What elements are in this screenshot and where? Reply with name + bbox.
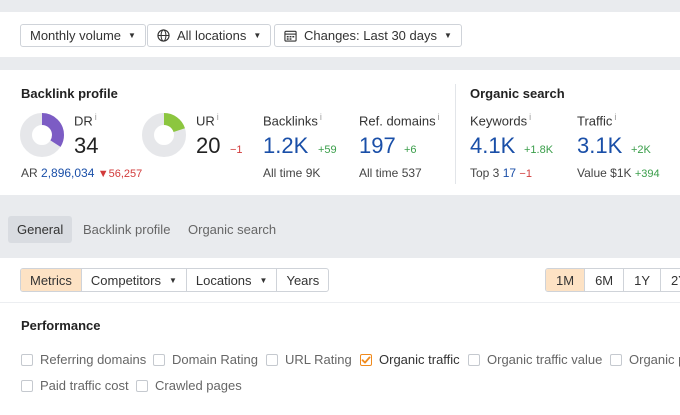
traffic-value-row: Value $1K +394: [577, 166, 660, 180]
checkbox-organic-pages[interactable]: Organic p: [610, 352, 680, 367]
ar-label: AR: [21, 166, 38, 180]
info-icon[interactable]: i: [529, 112, 531, 122]
ur-delta: −1: [230, 144, 243, 156]
divider: [0, 302, 680, 303]
top3-value[interactable]: 17: [503, 166, 516, 180]
checkbox-icon: [610, 353, 622, 366]
locations-dropdown[interactable]: All locations ▼: [147, 24, 272, 47]
ref-domains-alltime: All time 537: [359, 166, 422, 180]
changes-label: Changes: Last 30 days: [304, 28, 437, 43]
info-icon[interactable]: i: [217, 112, 219, 122]
checkbox-organic-traffic-value[interactable]: Organic traffic value: [468, 352, 602, 367]
checkbox-url-rating[interactable]: URL Rating: [266, 352, 352, 367]
checkbox-organic-traffic[interactable]: Organic traffic: [360, 352, 460, 367]
monthly-volume-dropdown[interactable]: Monthly volume ▼: [20, 24, 146, 47]
top3-delta: −1: [519, 168, 532, 180]
chevron-down-icon: ▼: [168, 275, 177, 285]
traffic-value[interactable]: 3.1K: [577, 133, 622, 159]
checkmark-icon: [360, 353, 372, 366]
value-delta: +394: [634, 168, 660, 180]
chevron-down-icon: ▼: [128, 31, 136, 40]
arrow-down-icon: ▼: [97, 168, 109, 180]
ref-domains-label[interactable]: Ref. domains i: [359, 112, 440, 128]
info-icon[interactable]: i: [320, 112, 322, 122]
keywords-label[interactable]: Keywords i: [470, 112, 531, 128]
checkbox-paid-traffic-cost[interactable]: Paid traffic cost: [21, 378, 129, 393]
period-2y[interactable]: 2Y: [661, 269, 680, 291]
organic-search-title: Organic search: [470, 86, 565, 101]
keywords-delta: +1.8K: [524, 144, 554, 156]
checkbox-icon: [266, 353, 278, 366]
checkbox-icon: [21, 353, 33, 366]
backlinks-alltime: All time 9K: [263, 166, 321, 180]
ref-domains-delta: +6: [404, 144, 417, 156]
ur-label[interactable]: UR i: [196, 112, 219, 128]
metrics-tab[interactable]: Metrics: [21, 269, 82, 291]
backlinks-value[interactable]: 1.2K: [263, 133, 308, 159]
checkbox-icon: [21, 379, 33, 392]
ar-row: AR 2,896,034 ▼56,257: [21, 166, 142, 180]
info-icon[interactable]: i: [614, 112, 616, 122]
dr-donut-chart: [20, 113, 64, 157]
ar-delta: 56,257: [108, 168, 143, 180]
period-6m[interactable]: 6M: [585, 269, 625, 291]
locations-subdropdown[interactable]: Locations ▼: [187, 269, 278, 291]
ar-value[interactable]: 2,896,034: [41, 166, 94, 180]
changes-dropdown[interactable]: Changes: Last 30 days ▼: [274, 24, 462, 47]
backlink-profile-title: Backlink profile: [21, 86, 118, 101]
checkbox-crawled-pages[interactable]: Crawled pages: [136, 378, 242, 393]
view-selector: Metrics Competitors ▼ Locations ▼ Years: [20, 268, 330, 292]
period-1m[interactable]: 1M: [546, 269, 586, 291]
ur-donut-chart: [142, 113, 186, 157]
checkbox-referring-domains[interactable]: Referring domains: [21, 352, 146, 367]
checkbox-icon: [136, 379, 148, 392]
info-icon[interactable]: i: [95, 112, 97, 122]
backlinks-delta: +59: [318, 144, 337, 156]
competitors-dropdown[interactable]: Competitors ▼: [82, 269, 187, 291]
ur-value: 20: [196, 133, 221, 158]
globe-icon: [157, 29, 170, 42]
checkbox-icon: [153, 353, 165, 366]
section-divider: [455, 84, 456, 184]
locations-label: All locations: [177, 28, 247, 43]
filter-bar: Monthly volume ▼ All locations ▼ Changes…: [0, 12, 680, 57]
tab-general[interactable]: General: [8, 216, 73, 243]
backlinks-label[interactable]: Backlinks i: [263, 112, 322, 128]
chevron-down-icon: ▼: [259, 275, 268, 285]
years-tab[interactable]: Years: [277, 269, 328, 291]
period-1y[interactable]: 1Y: [624, 269, 662, 291]
calendar-icon: [284, 30, 297, 42]
performance-title: Performance: [21, 318, 101, 333]
keywords-top3: Top 3 17 −1: [470, 166, 532, 180]
checkbox-icon: [468, 353, 480, 366]
tab-organic-search[interactable]: Organic search: [179, 216, 285, 243]
ref-domains-value[interactable]: 197: [359, 133, 396, 159]
traffic-delta: +2K: [631, 144, 651, 156]
period-selector: 1M 6M 1Y 2Y: [545, 268, 680, 292]
chevron-down-icon: ▼: [253, 31, 262, 40]
keywords-value[interactable]: 4.1K: [470, 133, 515, 159]
monthly-volume-label: Monthly volume: [30, 28, 122, 43]
traffic-label[interactable]: Traffic i: [577, 112, 616, 128]
tab-backlink-profile[interactable]: Backlink profile: [74, 216, 179, 243]
dr-value: 34: [74, 133, 99, 158]
checkbox-domain-rating[interactable]: Domain Rating: [153, 352, 258, 367]
dr-label[interactable]: DR i: [74, 112, 97, 128]
info-icon[interactable]: i: [438, 112, 440, 122]
chevron-down-icon: ▼: [443, 31, 452, 40]
